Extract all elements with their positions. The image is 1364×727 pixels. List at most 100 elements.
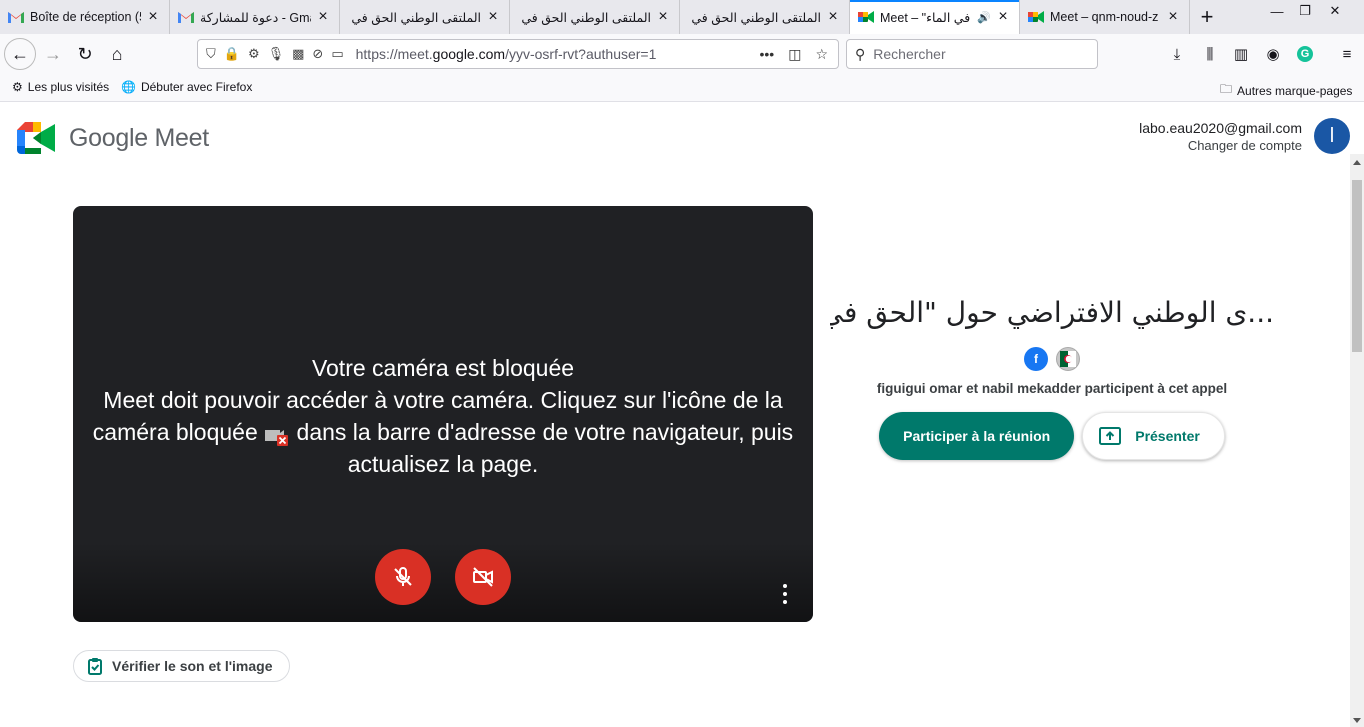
join-meeting-button[interactable]: Participer à la réunion [879, 412, 1075, 460]
new-tab-button[interactable]: + [1190, 0, 1224, 34]
tab-label: الملتقى الوطني الحق في ال [518, 10, 651, 25]
close-icon[interactable]: × [315, 9, 331, 25]
tab-label: Meet – "في الماء [880, 10, 971, 25]
microphone-icon[interactable]: 🎙 [268, 46, 285, 62]
url-bar[interactable]: ⛉ 🔒 ⚙ 🎙 ▩ ⊘ ▭ https://meet.google.com/yy… [197, 39, 839, 69]
folder-icon: 🗀 [1220, 82, 1233, 96]
bookmark-get-started[interactable]: 🌐 Débuter avec Firefox [121, 80, 252, 94]
grammarly-icon[interactable]: G [1294, 43, 1316, 65]
bookmarks-bar: ⚙ Les plus visités 🌐 Débuter avec Firefo… [0, 74, 1364, 102]
speaker-icon[interactable]: 🔊 [977, 11, 991, 24]
meet-icon [858, 9, 874, 25]
permissions-icon[interactable]: ⚙ [248, 46, 260, 62]
scroll-up-icon[interactable] [1353, 160, 1361, 165]
navigation-bar: ← → ↻ ⌂ ⛉ 🔒 ⚙ 🎙 ▩ ⊘ ▭ https://meet.googl… [0, 34, 1364, 74]
bookmark-star-icon[interactable]: ☆ [815, 46, 828, 63]
search-input[interactable]: ⚲ Rechercher [846, 39, 1098, 69]
minimize-button[interactable]: — [1262, 0, 1292, 22]
globe-icon: 🌐 [121, 80, 136, 94]
tab-label: دعوة للمشاركة - Gmail [200, 10, 311, 25]
download-icon[interactable]: ⤓ [1166, 43, 1188, 65]
mic-off-button[interactable] [375, 549, 431, 605]
library-icon[interactable]: ⫼ [1199, 43, 1221, 65]
participant-avatars: f [830, 347, 1274, 371]
tab-page-1[interactable]: الملتقى الوطني الحق في ال × [340, 0, 510, 34]
present-screen-icon [1099, 427, 1122, 445]
scrollbar-thumb[interactable] [1352, 180, 1362, 352]
tab-label: Meet – qnm-noud-z [1050, 10, 1159, 24]
arrow-left-icon: ← [11, 43, 29, 64]
tab-label: الملتقى الوطني الحق في [691, 10, 821, 25]
tab-page-3[interactable]: الملتقى الوطني الحق في × [680, 0, 850, 34]
tab-meet-other[interactable]: Meet – qnm-noud-z × [1020, 0, 1190, 34]
camera-blocked-line3: actualisez la page. [347, 451, 539, 477]
home-icon: ⌂ [111, 43, 123, 64]
pocket-icon[interactable]: ◫ [788, 46, 801, 63]
account-icon[interactable]: ◉ [1262, 43, 1284, 65]
close-icon[interactable]: × [1165, 9, 1181, 25]
tab-page-2[interactable]: الملتقى الوطني الحق في ال × [510, 0, 680, 34]
notification-icon[interactable]: ▭ [331, 46, 343, 62]
window-close-button[interactable]: ✕ [1320, 0, 1350, 22]
camera-blocked-icon [264, 423, 290, 446]
meet-icon [1028, 9, 1044, 25]
camera-blocked-icon[interactable]: ▩ [292, 46, 304, 62]
video-preview: Votre caméra est bloquée Meet doit pouvo… [73, 206, 813, 622]
bookmark-other[interactable]: 🗀 Autres marque-pages [1220, 80, 1352, 101]
tab-meet-active[interactable]: Meet – "في الماء 🔊 × [850, 0, 1020, 34]
join-actions: Participer à la réunion Présenter [830, 412, 1274, 460]
check-audio-video-button[interactable]: Vérifier le son et l'image [73, 650, 290, 682]
autoplay-blocked-icon[interactable]: ⊘ [312, 46, 323, 62]
close-icon[interactable]: × [145, 9, 161, 25]
gear-icon: ⚙ [12, 80, 23, 94]
switch-account-link[interactable]: Changer de compte [1139, 137, 1302, 154]
gmail-icon [178, 9, 194, 25]
tab-gmail-inbox[interactable]: Boîte de réception (5 × [0, 0, 170, 34]
search-icon: ⚲ [855, 45, 866, 62]
join-panel: ...ى الوطني الافتراضي حول "الحق في الماء… [830, 296, 1274, 460]
forward-button[interactable]: → [37, 38, 69, 70]
menu-icon[interactable]: ≡ [1336, 43, 1358, 65]
scroll-down-icon[interactable] [1353, 718, 1361, 723]
close-icon[interactable]: × [485, 9, 501, 25]
close-icon[interactable]: × [655, 9, 671, 25]
camera-blocked-message: Votre caméra est bloquée Meet doit pouvo… [73, 352, 813, 480]
participants-text: figuigui omar et nabil mekadder particip… [876, 381, 1228, 396]
meet-page: Google Meet labo.eau2020@gmail.com Chang… [0, 102, 1364, 727]
avatar[interactable]: l [1314, 118, 1350, 154]
logo-text: Google Meet [69, 123, 209, 152]
present-button[interactable]: Présenter [1082, 412, 1225, 460]
url-text[interactable]: https://meet.google.com/yyv-osrf-rvt?aut… [356, 46, 760, 62]
more-options-icon[interactable] [779, 584, 791, 604]
tab-gmail-invite[interactable]: دعوة للمشاركة - Gmail × [170, 0, 340, 34]
mic-off-icon [394, 567, 412, 586]
more-actions-icon[interactable]: ••• [759, 46, 774, 62]
reload-icon: ↻ [77, 43, 93, 64]
camera-off-icon [473, 567, 493, 587]
participant-avatar [1056, 347, 1080, 371]
tab-strip: Boîte de réception (5 × دعوة للمشاركة - … [0, 0, 1364, 34]
page-scrollbar[interactable] [1350, 154, 1364, 727]
reload-button[interactable]: ↻ [69, 38, 101, 70]
account-email: labo.eau2020@gmail.com [1139, 120, 1302, 136]
meet-logo-icon [17, 122, 55, 154]
flag-avatar-icon [1060, 351, 1076, 367]
sidebar-icon[interactable]: ▥ [1230, 43, 1252, 65]
bookmark-most-visited[interactable]: ⚙ Les plus visités [12, 80, 109, 94]
facebook-avatar-icon: f [1024, 347, 1048, 371]
account-info: labo.eau2020@gmail.com Changer de compte [1139, 120, 1302, 154]
lock-icon[interactable]: 🔒 [224, 46, 240, 62]
restore-button[interactable]: ❐ [1290, 0, 1320, 22]
camera-blocked-title: Votre caméra est bloquée [311, 355, 575, 381]
home-button[interactable]: ⌂ [101, 38, 133, 70]
camera-off-button[interactable] [455, 549, 511, 605]
video-gradient [73, 542, 813, 622]
back-button[interactable]: ← [4, 38, 36, 70]
google-meet-logo[interactable]: Google Meet [17, 122, 209, 154]
shield-icon[interactable]: ⛉ [206, 46, 216, 62]
arrow-right-icon: → [44, 43, 62, 64]
tab-label: الملتقى الوطني الحق في ال [348, 10, 481, 25]
close-icon[interactable]: × [995, 9, 1011, 25]
meeting-title: ...ى الوطني الافتراضي حول "الحق في الماء… [830, 296, 1274, 329]
close-icon[interactable]: × [825, 9, 841, 25]
